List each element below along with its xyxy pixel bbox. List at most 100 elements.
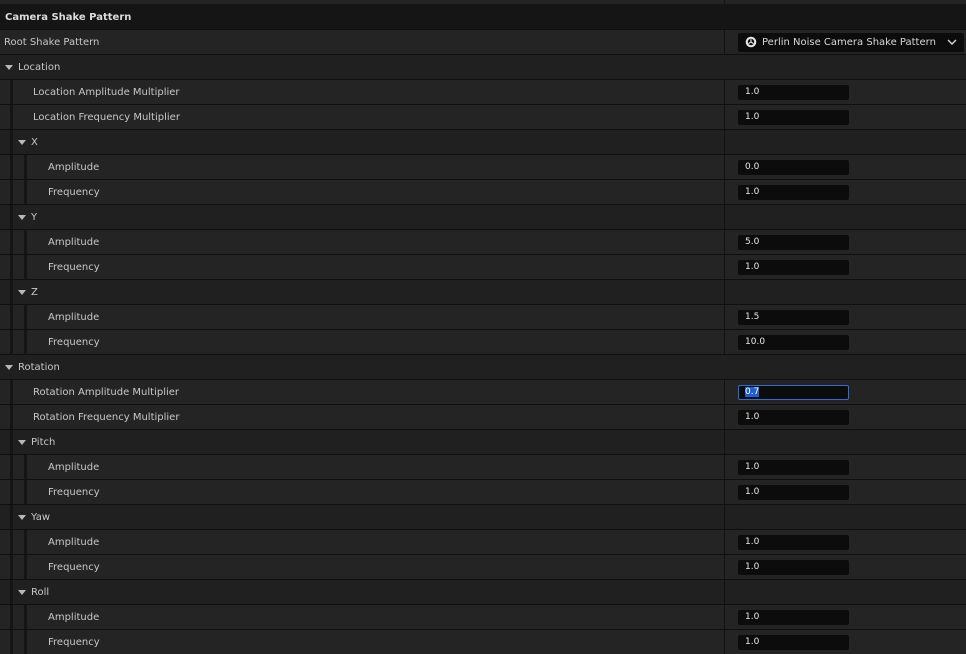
rotation-amplitude-multiplier-input[interactable]: [738, 384, 849, 400]
y-amplitude-label: Amplitude: [48, 236, 100, 248]
root-shake-name: Root Shake Pattern: [0, 30, 727, 54]
yaw-frequency-label: Frequency: [48, 561, 100, 573]
roll-group-row[interactable]: Roll: [0, 579, 966, 604]
z-frequency-name: Frequency: [0, 330, 771, 354]
x-group-name: X: [0, 130, 741, 154]
expand-arrow-icon[interactable]: [18, 514, 26, 520]
root-shake-dropdown-text: Perlin Noise Camera Shake Pattern: [762, 36, 936, 48]
expand-arrow-icon[interactable]: [5, 364, 13, 370]
root-shake-value: Perlin Noise Camera Shake Pattern: [724, 30, 966, 54]
location-frequency-multiplier-name: Location Frequency Multiplier: [0, 105, 756, 129]
expand-arrow-icon[interactable]: [18, 439, 26, 445]
yaw-frequency-input[interactable]: [738, 559, 849, 575]
y-frequency-row: Frequency: [0, 254, 966, 279]
expand-arrow-icon[interactable]: [18, 139, 26, 145]
roll-amplitude-input[interactable]: [738, 609, 849, 625]
rotation-group-row[interactable]: Rotation: [0, 354, 966, 379]
root-shake-label: Root Shake Pattern: [4, 36, 100, 48]
x-amplitude-value: [724, 155, 966, 179]
z-group-name: Z: [0, 280, 741, 304]
yaw-amplitude-label: Amplitude: [48, 536, 100, 548]
y-group-name: Y: [0, 205, 741, 229]
rotation-amplitude-multiplier-row: Rotation Amplitude Multiplier: [0, 379, 966, 404]
yaw-amplitude-input[interactable]: [738, 534, 849, 550]
z-group-row[interactable]: Z: [0, 279, 966, 304]
root-shake-dropdown[interactable]: Perlin Noise Camera Shake Pattern: [738, 32, 964, 52]
z-amplitude-value: [724, 305, 966, 329]
location-group-label: Location: [18, 61, 61, 73]
pitch-group-label: Pitch: [31, 436, 56, 448]
location-amplitude-multiplier-input[interactable]: [738, 84, 849, 100]
expand-arrow-icon[interactable]: [18, 214, 26, 220]
y-group-row[interactable]: Y: [0, 204, 966, 229]
y-frequency-input[interactable]: [738, 259, 849, 275]
category-header[interactable]: Camera Shake Pattern: [0, 5, 966, 29]
pitch-amplitude-input[interactable]: [738, 459, 849, 475]
x-amplitude-input[interactable]: [738, 159, 849, 175]
location-amplitude-multiplier-label: Location Amplitude Multiplier: [33, 86, 180, 98]
pitch-amplitude-value: [724, 455, 966, 479]
z-frequency-input[interactable]: [738, 334, 849, 350]
root-shake-row: Root Shake Pattern Perlin Noise Camera S…: [0, 29, 966, 54]
pitch-frequency-row: Frequency: [0, 479, 966, 504]
y-amplitude-input[interactable]: [738, 234, 849, 250]
pitch-amplitude-label: Amplitude: [48, 461, 100, 473]
z-amplitude-row: Amplitude: [0, 304, 966, 329]
pitch-frequency-label: Frequency: [48, 486, 100, 498]
expand-arrow-icon[interactable]: [18, 589, 26, 595]
location-frequency-multiplier-value: [724, 105, 966, 129]
roll-amplitude-label: Amplitude: [48, 611, 100, 623]
x-frequency-input[interactable]: [738, 184, 849, 200]
rotation-frequency-multiplier-name: Rotation Frequency Multiplier: [0, 405, 756, 429]
location-group-row[interactable]: Location: [0, 54, 966, 79]
rotation-frequency-multiplier-label: Rotation Frequency Multiplier: [33, 411, 180, 423]
x-frequency-name: Frequency: [0, 180, 771, 204]
details-panel: Camera Shake Pattern Root Shake Pattern …: [0, 0, 966, 654]
z-frequency-label: Frequency: [48, 336, 100, 348]
category-title: Camera Shake Pattern: [5, 11, 132, 23]
y-frequency-name: Frequency: [0, 255, 771, 279]
yaw-group-name: Yaw: [0, 505, 741, 529]
y-amplitude-name: Amplitude: [0, 230, 771, 254]
location-amplitude-multiplier-row: Location Amplitude Multiplier: [0, 79, 966, 104]
location-group-name: Location: [0, 55, 728, 79]
roll-frequency-name: Frequency: [0, 630, 771, 654]
pitch-frequency-input[interactable]: [738, 484, 849, 500]
expand-arrow-icon[interactable]: [5, 64, 13, 70]
yaw-amplitude-row: Amplitude: [0, 529, 966, 554]
pitch-group-row[interactable]: Pitch: [0, 429, 966, 454]
rotation-frequency-multiplier-row: Rotation Frequency Multiplier: [0, 404, 966, 429]
z-amplitude-input[interactable]: [738, 309, 849, 325]
x-group-label: X: [31, 136, 38, 148]
roll-group-label: Roll: [31, 586, 50, 598]
z-frequency-value: [724, 330, 966, 354]
roll-frequency-input[interactable]: [738, 634, 849, 650]
yaw-amplitude-value: [724, 530, 966, 554]
y-frequency-value: [724, 255, 966, 279]
yaw-group-value: [724, 505, 966, 529]
x-frequency-value: [724, 180, 966, 204]
expand-arrow-icon[interactable]: [18, 289, 26, 295]
x-group-row[interactable]: X: [0, 129, 966, 154]
yaw-group-row[interactable]: Yaw: [0, 504, 966, 529]
yaw-amplitude-name: Amplitude: [0, 530, 771, 554]
roll-amplitude-name: Amplitude: [0, 605, 771, 629]
x-frequency-label: Frequency: [48, 186, 100, 198]
location-frequency-multiplier-row: Location Frequency Multiplier: [0, 104, 966, 129]
roll-amplitude-value: [724, 605, 966, 629]
z-group-value: [724, 280, 966, 304]
column-divider: [724, 0, 725, 4]
location-frequency-multiplier-input[interactable]: [738, 109, 849, 125]
roll-group-name: Roll: [0, 580, 741, 604]
x-amplitude-label: Amplitude: [48, 161, 100, 173]
z-amplitude-name: Amplitude: [0, 305, 771, 329]
z-group-label: Z: [31, 286, 38, 298]
rotation-frequency-multiplier-input[interactable]: [738, 409, 849, 425]
y-amplitude-value: [724, 230, 966, 254]
rotation-amplitude-multiplier-name: Rotation Amplitude Multiplier: [0, 380, 756, 404]
y-group-value: [724, 205, 966, 229]
top-strip: [0, 0, 966, 5]
x-frequency-row: Frequency: [0, 179, 966, 204]
pitch-frequency-name: Frequency: [0, 480, 771, 504]
y-group-label: Y: [31, 211, 38, 223]
